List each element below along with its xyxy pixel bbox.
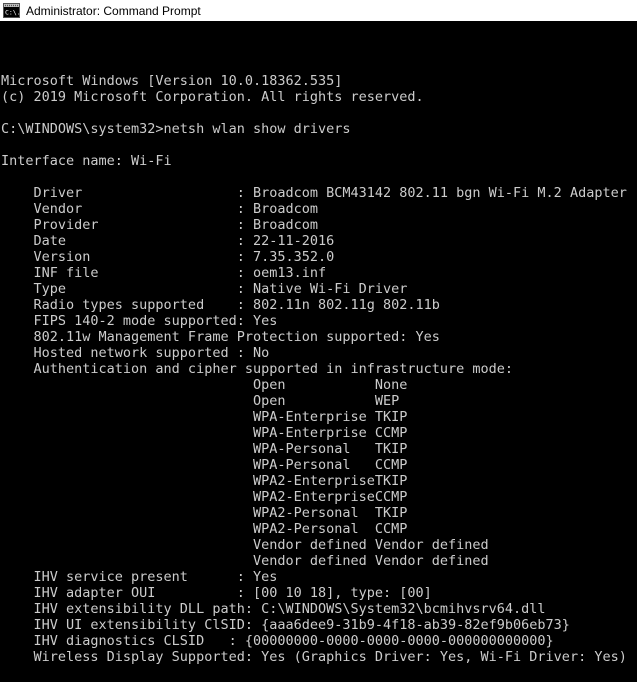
auth-cipher-row-11: Vendor defined Vendor defined — [1, 553, 637, 569]
driver-property-0: Driver : Broadcom BCM43142 802.11 bgn Wi… — [1, 185, 637, 201]
auth-cipher-row-8: WPA2-Personal TKIP — [1, 505, 637, 521]
auth-cipher-row-5: WPA-Personal CCMP — [1, 457, 637, 473]
auth-cipher-row-3: WPA-Enterprise CCMP — [1, 425, 637, 441]
auth-cipher-header: Authentication and cipher supported in i… — [1, 361, 637, 377]
console-window-icon: C:\. — [3, 3, 20, 18]
driver-property-6: Type : Native Wi-Fi Driver — [1, 281, 637, 297]
spacer-line — [1, 665, 637, 681]
spacer-line — [1, 137, 637, 153]
window-title: Administrator: Command Prompt — [26, 4, 201, 18]
driver-property-8: FIPS 140-2 mode supported: Yes — [1, 313, 637, 329]
auth-cipher-row-2: WPA-Enterprise TKIP — [1, 409, 637, 425]
spacer-line — [1, 169, 637, 185]
driver-property-9: 802.11w Management Frame Protection supp… — [1, 329, 637, 345]
driver-property-4: Version : 7.35.352.0 — [1, 249, 637, 265]
ihv-freeform-line-1: IHV UI extensibility ClSID: {aaa6dee9-31… — [1, 617, 637, 633]
auth-cipher-row-10: Vendor defined Vendor defined — [1, 537, 637, 553]
driver-property-7: Radio types supported : 802.11n 802.11g … — [1, 297, 637, 313]
driver-property-10: Hosted network supported : No — [1, 345, 637, 361]
ihv-property-0: IHV service present : Yes — [1, 569, 637, 585]
banner-line-0: Microsoft Windows [Version 10.0.18362.53… — [1, 73, 637, 89]
console-output-area[interactable]: Microsoft Windows [Version 10.0.18362.53… — [0, 22, 637, 682]
auth-cipher-row-1: Open WEP — [1, 393, 637, 409]
banner-line-1: (c) 2019 Microsoft Corporation. All righ… — [1, 89, 637, 105]
window-titlebar[interactable]: C:\. Administrator: Command Prompt — [0, 0, 637, 22]
auth-cipher-row-9: WPA2-Personal CCMP — [1, 521, 637, 537]
auth-cipher-row-0: Open None — [1, 377, 637, 393]
spacer-line — [1, 105, 637, 121]
ihv-property-1: IHV adapter OUI : [00 10 18], type: [00] — [1, 585, 637, 601]
command-prompt-line: C:\WINDOWS\system32>netsh wlan show driv… — [1, 121, 637, 137]
ihv-freeform-line-0: IHV extensibility DLL path: C:\WINDOWS\S… — [1, 601, 637, 617]
interface-name-line: Interface name: Wi-Fi — [1, 153, 637, 169]
ihv-freeform-line-3: Wireless Display Supported: Yes (Graphic… — [1, 649, 637, 665]
driver-property-3: Date : 22-11-2016 — [1, 233, 637, 249]
auth-cipher-row-4: WPA-Personal TKIP — [1, 441, 637, 457]
svg-text:C:\.: C:\. — [5, 9, 20, 17]
command-prompt-window: C:\. Administrator: Command Prompt Micro… — [0, 0, 637, 682]
driver-property-2: Provider : Broadcom — [1, 217, 637, 233]
driver-property-5: INF file : oem13.inf — [1, 265, 637, 281]
auth-cipher-row-7: WPA2-EnterpriseCCMP — [1, 489, 637, 505]
ihv-freeform-line-2: IHV diagnostics CLSID : {00000000-0000-0… — [1, 633, 637, 649]
auth-cipher-row-6: WPA2-EnterpriseTKIP — [1, 473, 637, 489]
driver-property-1: Vendor : Broadcom — [1, 201, 637, 217]
